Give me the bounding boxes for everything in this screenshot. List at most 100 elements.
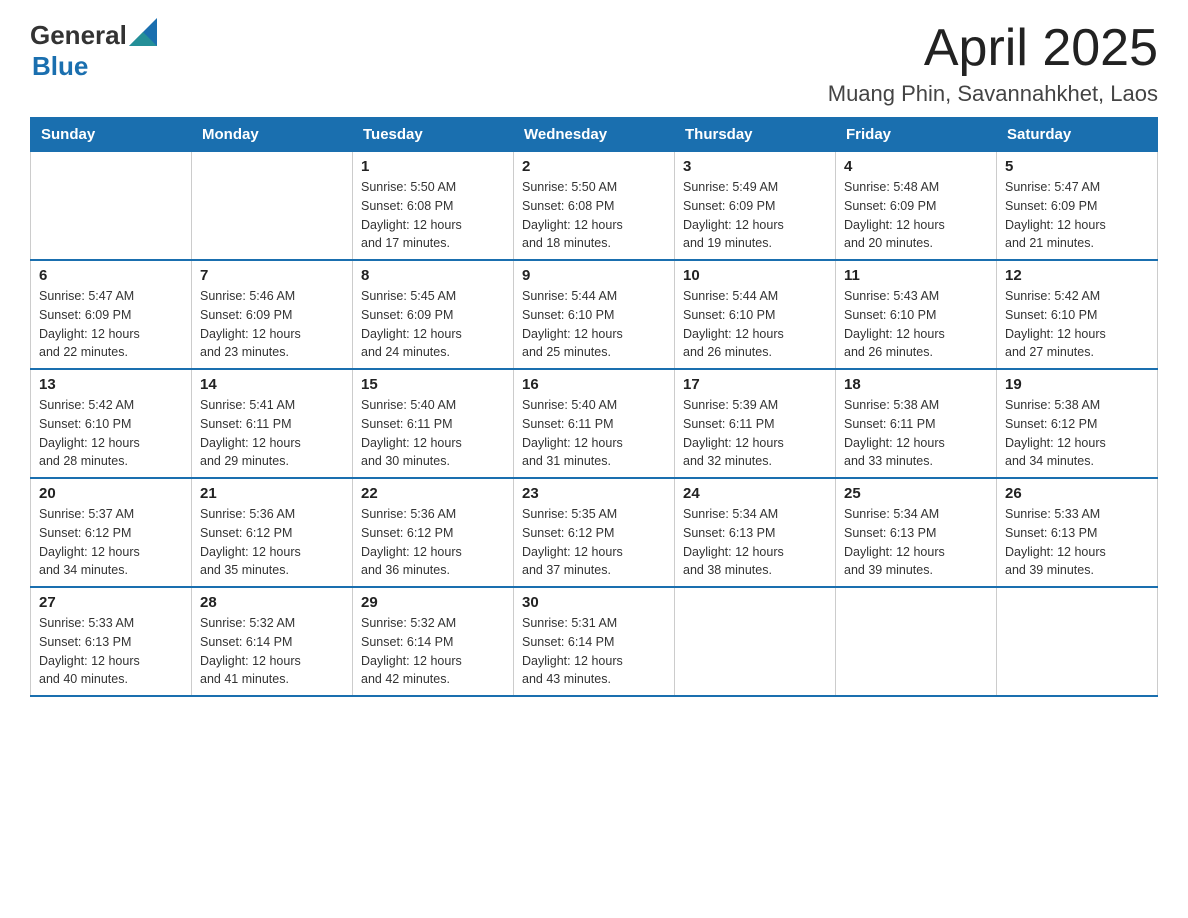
logo-icon [129, 18, 157, 46]
calendar-cell: 24 Sunrise: 5:34 AM Sunset: 6:13 PM Dayli… [675, 478, 836, 587]
day-info: Sunrise: 5:44 AM Sunset: 6:10 PM Dayligh… [522, 287, 666, 362]
day-number: 5 [1005, 158, 1149, 175]
day-number: 20 [39, 485, 183, 502]
day-info: Sunrise: 5:47 AM Sunset: 6:09 PM Dayligh… [1005, 178, 1149, 253]
calendar-cell: 16Sunrise: 5:40 AM Sunset: 6:11 PM Dayli… [514, 369, 675, 478]
week-row-1: 1 Sunrise: 5:50 AM Sunset: 6:08 PM Daylig… [31, 152, 1158, 261]
calendar-cell: 5 Sunrise: 5:47 AM Sunset: 6:09 PM Daylig… [997, 152, 1158, 261]
day-info: Sunrise: 5:32 AM Sunset: 6:14 PM Dayligh… [200, 614, 344, 689]
calendar-cell: 2 Sunrise: 5:50 AM Sunset: 6:08 PM Daylig… [514, 152, 675, 261]
calendar-cell [836, 587, 997, 696]
day-number: 26 [1005, 485, 1149, 502]
day-info: Sunrise: 5:35 AM Sunset: 6:12 PM Dayligh… [522, 505, 666, 580]
day-number: 13 [39, 376, 183, 393]
day-info: Sunrise: 5:34 AM Sunset: 6:13 PM Dayligh… [844, 505, 988, 580]
calendar-cell: 4 Sunrise: 5:48 AM Sunset: 6:09 PM Daylig… [836, 152, 997, 261]
calendar-cell: 26Sunrise: 5:33 AM Sunset: 6:13 PM Dayli… [997, 478, 1158, 587]
week-row-2: 6 Sunrise: 5:47 AM Sunset: 6:09 PM Daylig… [31, 260, 1158, 369]
day-number: 24 [683, 485, 827, 502]
calendar-cell: 9 Sunrise: 5:44 AM Sunset: 6:10 PM Daylig… [514, 260, 675, 369]
calendar-cell [675, 587, 836, 696]
calendar-cell: 6 Sunrise: 5:47 AM Sunset: 6:09 PM Daylig… [31, 260, 192, 369]
day-number: 10 [683, 267, 827, 284]
day-number: 11 [844, 267, 988, 284]
calendar-body: 1 Sunrise: 5:50 AM Sunset: 6:08 PM Daylig… [31, 152, 1158, 697]
header-day-monday: Monday [192, 118, 353, 152]
day-number: 8 [361, 267, 505, 284]
logo-general-text: General [30, 20, 127, 51]
calendar-cell: 13 Sunrise: 5:42 AM Sunset: 6:10 PM Dayli… [31, 369, 192, 478]
day-info: Sunrise: 5:43 AM Sunset: 6:10 PM Dayligh… [844, 287, 988, 362]
header-day-thursday: Thursday [675, 118, 836, 152]
day-info: Sunrise: 5:42 AM Sunset: 6:10 PM Dayligh… [1005, 287, 1149, 362]
day-info: Sunrise: 5:36 AM Sunset: 6:12 PM Dayligh… [361, 505, 505, 580]
day-info: Sunrise: 5:34 AM Sunset: 6:13 PM Dayligh… [683, 505, 827, 580]
day-number: 3 [683, 158, 827, 175]
day-number: 7 [200, 267, 344, 284]
day-number: 17 [683, 376, 827, 393]
logo-blue-text: Blue [32, 51, 88, 82]
calendar-cell: 20Sunrise: 5:37 AM Sunset: 6:12 PM Dayli… [31, 478, 192, 587]
day-number: 27 [39, 594, 183, 611]
day-info: Sunrise: 5:46 AM Sunset: 6:09 PM Dayligh… [200, 287, 344, 362]
calendar-cell [997, 587, 1158, 696]
day-info: Sunrise: 5:40 AM Sunset: 6:11 PM Dayligh… [361, 396, 505, 471]
day-info: Sunrise: 5:32 AM Sunset: 6:14 PM Dayligh… [361, 614, 505, 689]
page-title: April 2025 [828, 20, 1158, 77]
day-number: 1 [361, 158, 505, 175]
logo: General Blue [30, 20, 157, 82]
day-number: 19 [1005, 376, 1149, 393]
day-number: 15 [361, 376, 505, 393]
page-header: General Blue April 2025 Muang Phin, Sava… [30, 20, 1158, 107]
day-info: Sunrise: 5:47 AM Sunset: 6:09 PM Dayligh… [39, 287, 183, 362]
calendar-cell: 21Sunrise: 5:36 AM Sunset: 6:12 PM Dayli… [192, 478, 353, 587]
title-block: April 2025 Muang Phin, Savannahkhet, Lao… [828, 20, 1158, 107]
day-info: Sunrise: 5:39 AM Sunset: 6:11 PM Dayligh… [683, 396, 827, 471]
day-info: Sunrise: 5:50 AM Sunset: 6:08 PM Dayligh… [361, 178, 505, 253]
day-number: 2 [522, 158, 666, 175]
day-number: 29 [361, 594, 505, 611]
day-number: 18 [844, 376, 988, 393]
calendar-cell [192, 152, 353, 261]
calendar-cell: 19 Sunrise: 5:38 AM Sunset: 6:12 PM Dayli… [997, 369, 1158, 478]
calendar-cell: 25 Sunrise: 5:34 AM Sunset: 6:13 PM Dayli… [836, 478, 997, 587]
day-info: Sunrise: 5:42 AM Sunset: 6:10 PM Dayligh… [39, 396, 183, 471]
calendar-cell: 8 Sunrise: 5:45 AM Sunset: 6:09 PM Daylig… [353, 260, 514, 369]
week-row-5: 27 Sunrise: 5:33 AM Sunset: 6:13 PM Dayli… [31, 587, 1158, 696]
calendar-cell: 23 Sunrise: 5:35 AM Sunset: 6:12 PM Dayli… [514, 478, 675, 587]
day-info: Sunrise: 5:50 AM Sunset: 6:08 PM Dayligh… [522, 178, 666, 253]
calendar-cell: 12Sunrise: 5:42 AM Sunset: 6:10 PM Dayli… [997, 260, 1158, 369]
header-day-tuesday: Tuesday [353, 118, 514, 152]
day-number: 28 [200, 594, 344, 611]
calendar-cell: 3 Sunrise: 5:49 AM Sunset: 6:09 PM Daylig… [675, 152, 836, 261]
calendar-cell: 15 Sunrise: 5:40 AM Sunset: 6:11 PM Dayli… [353, 369, 514, 478]
day-number: 23 [522, 485, 666, 502]
day-info: Sunrise: 5:41 AM Sunset: 6:11 PM Dayligh… [200, 396, 344, 471]
day-info: Sunrise: 5:38 AM Sunset: 6:11 PM Dayligh… [844, 396, 988, 471]
day-info: Sunrise: 5:33 AM Sunset: 6:13 PM Dayligh… [39, 614, 183, 689]
calendar-cell: 30Sunrise: 5:31 AM Sunset: 6:14 PM Dayli… [514, 587, 675, 696]
header-day-sunday: Sunday [31, 118, 192, 152]
calendar-cell: 10Sunrise: 5:44 AM Sunset: 6:10 PM Dayli… [675, 260, 836, 369]
day-number: 9 [522, 267, 666, 284]
day-info: Sunrise: 5:49 AM Sunset: 6:09 PM Dayligh… [683, 178, 827, 253]
calendar-header: SundayMondayTuesdayWednesdayThursdayFrid… [31, 118, 1158, 152]
calendar-cell: 18 Sunrise: 5:38 AM Sunset: 6:11 PM Dayli… [836, 369, 997, 478]
day-number: 6 [39, 267, 183, 284]
calendar-cell: 11 Sunrise: 5:43 AM Sunset: 6:10 PM Dayli… [836, 260, 997, 369]
header-day-wednesday: Wednesday [514, 118, 675, 152]
day-number: 4 [844, 158, 988, 175]
calendar-cell: 17 Sunrise: 5:39 AM Sunset: 6:11 PM Dayli… [675, 369, 836, 478]
day-number: 16 [522, 376, 666, 393]
day-info: Sunrise: 5:36 AM Sunset: 6:12 PM Dayligh… [200, 505, 344, 580]
day-info: Sunrise: 5:48 AM Sunset: 6:09 PM Dayligh… [844, 178, 988, 253]
day-info: Sunrise: 5:31 AM Sunset: 6:14 PM Dayligh… [522, 614, 666, 689]
day-info: Sunrise: 5:38 AM Sunset: 6:12 PM Dayligh… [1005, 396, 1149, 471]
day-number: 14 [200, 376, 344, 393]
calendar-cell: 7 Sunrise: 5:46 AM Sunset: 6:09 PM Daylig… [192, 260, 353, 369]
day-number: 25 [844, 485, 988, 502]
week-row-3: 13 Sunrise: 5:42 AM Sunset: 6:10 PM Dayli… [31, 369, 1158, 478]
day-info: Sunrise: 5:45 AM Sunset: 6:09 PM Dayligh… [361, 287, 505, 362]
calendar-cell [31, 152, 192, 261]
calendar-table: SundayMondayTuesdayWednesdayThursdayFrid… [30, 117, 1158, 697]
